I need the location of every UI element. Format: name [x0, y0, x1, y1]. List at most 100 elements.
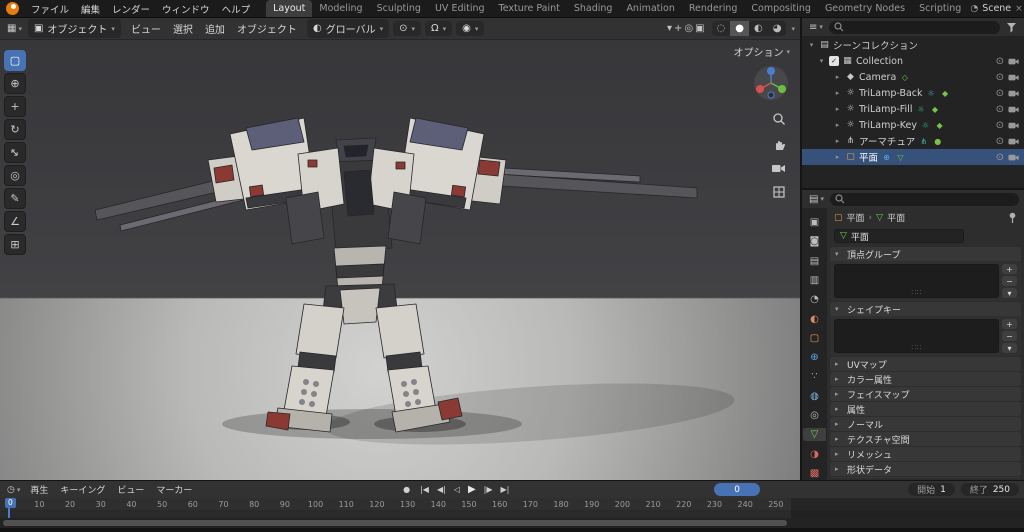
- frame-start-field[interactable]: 開始 1: [908, 483, 955, 496]
- panel-header[interactable]: カラー属性: [830, 372, 1021, 386]
- toggle-ortho-grid-icon[interactable]: [772, 185, 786, 199]
- transform-tool[interactable]: ◎: [4, 165, 26, 186]
- playback-menu[interactable]: 再生: [24, 483, 54, 496]
- breadcrumb-data[interactable]: 平面: [887, 211, 905, 224]
- select-menu[interactable]: 選択: [167, 21, 199, 36]
- pivot-point-selector[interactable]: ⊙ ▾: [393, 21, 421, 36]
- next-keyframe-button[interactable]: |▶: [480, 485, 497, 494]
- specials-menu-button[interactable]: ▾: [1002, 288, 1017, 298]
- panel-header[interactable]: リメッシュ: [830, 447, 1021, 461]
- zoom-icon[interactable]: [772, 112, 786, 126]
- help-menu[interactable]: ヘルプ: [216, 2, 257, 16]
- panel-header[interactable]: フェイスマップ: [830, 387, 1021, 401]
- hide-in-viewport-toggle-icon[interactable]: ⊙: [996, 136, 1004, 147]
- jump-to-start-button[interactable]: |◀: [416, 485, 433, 494]
- expand-arrow-icon[interactable]: ▸: [833, 153, 842, 161]
- hide-in-viewport-toggle-icon[interactable]: ⊙: [996, 88, 1004, 99]
- disable-in-render-toggle-icon[interactable]: [1008, 137, 1019, 146]
- rotate-tool[interactable]: ↻: [4, 119, 26, 140]
- measure-tool[interactable]: ∠: [4, 211, 26, 232]
- proportional-editing-selector[interactable]: ◉ ▾: [456, 21, 485, 36]
- marker-menu[interactable]: マーカー: [150, 483, 198, 496]
- rendered-shading-button[interactable]: ◕: [768, 21, 787, 36]
- file-menu[interactable]: ファイル: [25, 2, 75, 16]
- disable-in-render-toggle-icon[interactable]: [1008, 121, 1019, 130]
- playhead[interactable]: 0: [5, 498, 16, 518]
- expand-arrow-icon[interactable]: ▸: [833, 73, 842, 81]
- hide-in-viewport-toggle-icon[interactable]: ⊙: [996, 72, 1004, 83]
- modifiers-tab[interactable]: ⊕: [803, 351, 826, 364]
- view-layer-tab[interactable]: ▥: [803, 274, 826, 287]
- tool-tab[interactable]: ▣: [803, 216, 826, 229]
- panel-header[interactable]: シェイプキー: [830, 302, 1021, 316]
- panel-header[interactable]: 形状データ: [830, 462, 1021, 476]
- workspace-modeling[interactable]: Modeling: [312, 0, 369, 17]
- unlink-scene-button[interactable]: ×: [1015, 4, 1023, 14]
- panel-header[interactable]: 属性: [830, 402, 1021, 416]
- physics-tab[interactable]: ◍: [803, 390, 826, 403]
- play-reverse-button[interactable]: ◁: [450, 485, 464, 494]
- constraints-tab[interactable]: ◎: [803, 409, 826, 422]
- cursor-tool[interactable]: ⊕: [4, 73, 26, 94]
- expand-arrow-icon[interactable]: ▾: [807, 41, 816, 49]
- hide-in-viewport-toggle-icon[interactable]: ⊙: [996, 120, 1004, 131]
- select-box-tool[interactable]: ▢: [4, 50, 26, 71]
- xray-toggle-icon[interactable]: ▣: [694, 23, 705, 34]
- overlays-toggle-icon[interactable]: ◎: [683, 23, 694, 34]
- scale-tool[interactable]: ↔: [4, 142, 26, 163]
- tool-options-dropdown[interactable]: オプション ▾: [733, 44, 790, 60]
- outliner-armature[interactable]: ▸ ✓ ⋔ アーマチュア ⋔ ● ⊙: [802, 133, 1024, 149]
- outliner-plane[interactable]: ▸ ✓ ▢ 平面 ⊕ ▽ ⊙: [802, 149, 1024, 165]
- collection-checkbox[interactable]: ✓: [829, 56, 839, 66]
- workspace-sculpting[interactable]: Sculpting: [370, 0, 428, 17]
- edit-menu[interactable]: 編集: [75, 2, 106, 16]
- scene-selector[interactable]: ◔ Scene ×: [970, 3, 1022, 14]
- expand-arrow-icon[interactable]: ▸: [833, 89, 842, 97]
- resize-grip-icon[interactable]: ∷∷: [911, 343, 921, 352]
- transform-orientation-selector[interactable]: ◐ グローバル ▾: [306, 19, 390, 38]
- panel-header[interactable]: テクスチャ空間: [830, 432, 1021, 446]
- hide-in-viewport-toggle-icon[interactable]: ⊙: [996, 104, 1004, 115]
- snap-selector[interactable]: Ω ▾: [425, 21, 453, 36]
- outliner-collection[interactable]: ▾ ✓ ▦ Collection ⊙: [802, 53, 1024, 69]
- prev-keyframe-button[interactable]: ◀|: [433, 485, 450, 494]
- panel-header[interactable]: UVマップ: [830, 357, 1021, 371]
- object-data-tab[interactable]: ▽: [803, 428, 826, 442]
- hide-in-viewport-toggle-icon[interactable]: ⊙: [996, 152, 1004, 163]
- disable-in-render-toggle-icon[interactable]: [1008, 153, 1019, 162]
- outliner-search-input[interactable]: [828, 20, 1000, 34]
- move-tool[interactable]: +: [4, 96, 26, 117]
- add-menu[interactable]: 追加: [199, 21, 231, 36]
- render-tab[interactable]: ◙: [803, 235, 826, 248]
- list-box[interactable]: ∷∷: [834, 264, 999, 298]
- timeline-track-area[interactable]: 10 20 30 40 50 60 70 80 90 100 110 120 130 140 150 160 1…: [0, 498, 1024, 518]
- workspace-texture-paint[interactable]: Texture Paint: [492, 0, 567, 17]
- mesh-datablock-selector[interactable]: ▽ 平面: [834, 229, 964, 243]
- list-box[interactable]: ∷∷: [834, 319, 999, 353]
- output-tab[interactable]: ▤: [803, 255, 826, 268]
- timeline-editor-button[interactable]: ◷ ▾: [5, 485, 22, 495]
- panel-header[interactable]: カスタムプロパティ: [830, 477, 1021, 478]
- gizmos-toggle-icon[interactable]: +: [673, 23, 683, 34]
- disable-in-render-toggle-icon[interactable]: [1008, 105, 1019, 114]
- camera-view-icon[interactable]: [771, 162, 786, 174]
- annotate-tool[interactable]: ✎: [4, 188, 26, 209]
- expand-arrow-icon[interactable]: ▸: [833, 121, 842, 129]
- material-tab[interactable]: ◑: [803, 447, 826, 460]
- remove-item-button[interactable]: −: [1002, 331, 1017, 341]
- object-tab[interactable]: ▢: [803, 332, 826, 345]
- expand-arrow-icon[interactable]: ▸: [833, 137, 842, 145]
- navigation-gizmo[interactable]: [752, 64, 790, 105]
- workspace-geometry-nodes[interactable]: Geometry Nodes: [818, 0, 912, 17]
- hide-in-viewport-toggle-icon[interactable]: ⊙: [996, 56, 1004, 67]
- editor-type-button[interactable]: ▦ ▾: [5, 23, 24, 34]
- material-shading-button[interactable]: ◐: [749, 21, 768, 36]
- disable-in-render-toggle-icon[interactable]: [1008, 73, 1019, 82]
- workspace-scripting[interactable]: Scripting: [912, 0, 968, 17]
- outliner-trilamp-fill[interactable]: ▸ ✓ ☼ TriLamp-Fill ☼ ◆ ⊙: [802, 101, 1024, 117]
- outliner-camera[interactable]: ▸ ✓ ◆ Camera ◇ ⊙: [802, 69, 1024, 85]
- panel-header[interactable]: 頂点グループ: [830, 247, 1021, 261]
- workspace-compositing[interactable]: Compositing: [744, 0, 818, 17]
- current-frame-field[interactable]: 0: [714, 483, 761, 496]
- timeline-scrollbar[interactable]: [3, 520, 787, 526]
